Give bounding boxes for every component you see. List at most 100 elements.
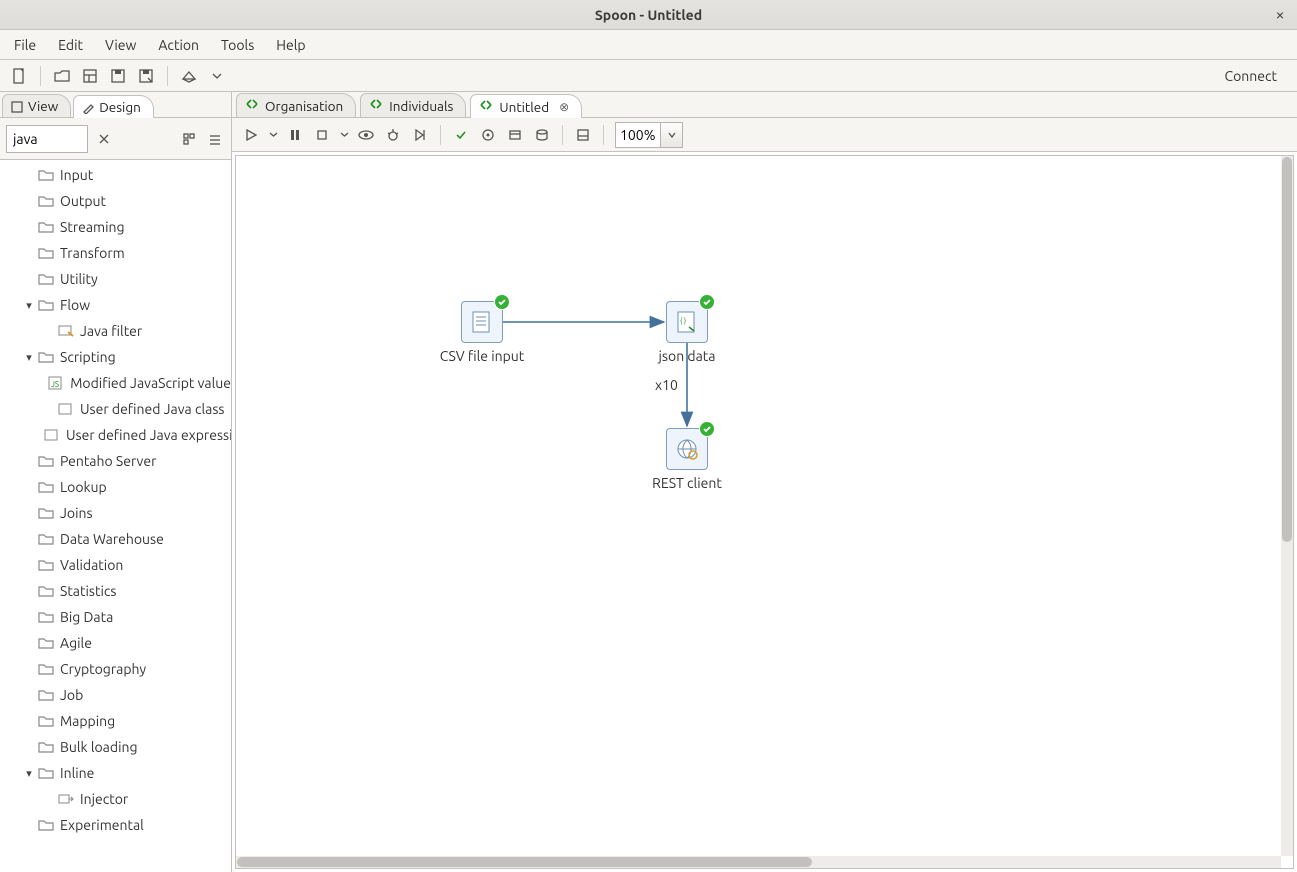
- folder-icon: [38, 297, 54, 313]
- tree-folder[interactable]: Validation: [0, 552, 231, 578]
- side-tab-view[interactable]: View: [2, 94, 71, 117]
- tree-leaf[interactable]: User defined Java class: [0, 396, 231, 422]
- run-icon[interactable]: [238, 122, 264, 148]
- stop-options-dropdown-icon[interactable]: [336, 122, 352, 148]
- debug-icon[interactable]: [380, 122, 406, 148]
- tree-folder[interactable]: Job: [0, 682, 231, 708]
- open-file-icon[interactable]: [49, 63, 75, 89]
- impact-icon[interactable]: [475, 122, 501, 148]
- expand-all-icon[interactable]: [179, 129, 199, 149]
- tree-folder[interactable]: Mapping: [0, 708, 231, 734]
- vertical-scrollbar[interactable]: [1281, 156, 1293, 856]
- canvas-step[interactable]: { }json data: [666, 301, 708, 343]
- verify-icon[interactable]: [448, 122, 474, 148]
- tree-label: Utility: [60, 271, 98, 287]
- tree-folder[interactable]: Transform: [0, 240, 231, 266]
- tree-label: User defined Java class: [80, 401, 225, 417]
- separator: [40, 66, 41, 86]
- canvas-step[interactable]: CSV file input: [461, 301, 503, 343]
- tree-leaf[interactable]: Injector: [0, 786, 231, 812]
- editor-tab[interactable]: Organisation: [236, 93, 356, 117]
- editor-tab[interactable]: Individuals: [360, 93, 466, 117]
- side-tabs: View Design: [0, 92, 231, 118]
- tree-label: Modified JavaScript value: [70, 375, 231, 391]
- tree-folder[interactable]: ▾Flow: [0, 292, 231, 318]
- tree-folder[interactable]: Lookup: [0, 474, 231, 500]
- perspective-dropdown-icon[interactable]: [204, 63, 230, 89]
- stop-icon[interactable]: [309, 122, 335, 148]
- separator: [562, 125, 563, 145]
- replay-icon[interactable]: [407, 122, 433, 148]
- tree-leaf[interactable]: User defined Java expression: [0, 422, 231, 448]
- close-icon[interactable]: ×: [1271, 6, 1289, 24]
- transformation-icon: [245, 97, 259, 114]
- pause-icon[interactable]: [282, 122, 308, 148]
- tree-folder[interactable]: Statistics: [0, 578, 231, 604]
- twisty-icon[interactable]: ▾: [22, 299, 36, 312]
- canvas[interactable]: CSV file input { }json data REST client x10: [236, 156, 1281, 856]
- tree-label: Job: [60, 687, 83, 703]
- hop-arrow[interactable]: [236, 156, 237, 157]
- canvas-step[interactable]: REST client: [666, 428, 708, 470]
- explore-db-icon[interactable]: [529, 122, 555, 148]
- collapse-all-icon[interactable]: [205, 129, 225, 149]
- tree-folder[interactable]: Cryptography: [0, 656, 231, 682]
- menu-action[interactable]: Action: [148, 33, 209, 57]
- menu-edit[interactable]: Edit: [48, 33, 93, 57]
- folder-icon: [38, 453, 54, 469]
- preview-icon[interactable]: [353, 122, 379, 148]
- menu-tools[interactable]: Tools: [211, 33, 264, 57]
- close-tab-icon[interactable]: ⊗: [559, 100, 569, 114]
- tree-folder[interactable]: Big Data: [0, 604, 231, 630]
- menu-view[interactable]: View: [95, 33, 146, 57]
- tree-folder[interactable]: Input: [0, 162, 231, 188]
- twisty-icon[interactable]: ▾: [22, 351, 36, 364]
- save-as-icon[interactable]: [133, 63, 159, 89]
- side-tab-design[interactable]: Design: [73, 95, 154, 118]
- canvas-step-label: CSV file input: [440, 348, 525, 364]
- folder-icon: [38, 739, 54, 755]
- steps-tree[interactable]: InputOutputStreamingTransform Utility ▾Flo…: [0, 160, 231, 872]
- editor-tab-label: Untitled: [499, 99, 549, 115]
- tree-folder[interactable]: Streaming: [0, 214, 231, 240]
- horizontal-scrollbar[interactable]: [236, 856, 1281, 868]
- menubar: File Edit View Action Tools Help: [0, 30, 1297, 60]
- explore-icon[interactable]: [77, 63, 103, 89]
- zoom-input[interactable]: [615, 122, 661, 148]
- tree-folder[interactable]: Data Warehouse: [0, 526, 231, 552]
- perspective-icon[interactable]: [176, 63, 202, 89]
- search-input[interactable]: [6, 125, 88, 153]
- tree-label: Agile: [60, 635, 92, 651]
- new-file-icon[interactable]: [6, 63, 32, 89]
- tree-folder[interactable]: ▾Scripting: [0, 344, 231, 370]
- tree-leaf[interactable]: JSModified JavaScript value: [0, 370, 231, 396]
- editor-tab[interactable]: Untitled ⊗: [470, 94, 582, 118]
- hop-arrow[interactable]: [236, 156, 237, 157]
- main-toolbar: Connect: [0, 60, 1297, 92]
- tree-folder[interactable]: Bulk loading: [0, 734, 231, 760]
- zoom-control: [615, 122, 683, 148]
- tree-label: Injector: [80, 791, 128, 807]
- transformation-icon: [479, 98, 493, 115]
- menu-file[interactable]: File: [4, 33, 46, 57]
- twisty-icon[interactable]: ▾: [22, 767, 36, 780]
- hop-label: x10: [655, 377, 678, 393]
- zoom-dropdown-icon[interactable]: [661, 122, 683, 148]
- status-ok-icon: [494, 294, 510, 310]
- run-options-dropdown-icon[interactable]: [265, 122, 281, 148]
- separator: [603, 125, 604, 145]
- save-icon[interactable]: [105, 63, 131, 89]
- tree-folder[interactable]: Utility: [0, 266, 231, 292]
- tree-folder[interactable]: Output: [0, 188, 231, 214]
- tree-folder[interactable]: Agile: [0, 630, 231, 656]
- clear-search-icon[interactable]: [94, 129, 114, 149]
- tree-folder[interactable]: Experimental: [0, 812, 231, 838]
- connect-button[interactable]: Connect: [1211, 64, 1292, 88]
- sql-icon[interactable]: [502, 122, 528, 148]
- menu-help[interactable]: Help: [266, 33, 315, 57]
- show-results-icon[interactable]: [570, 122, 596, 148]
- tree-folder[interactable]: ▾Inline: [0, 760, 231, 786]
- tree-folder[interactable]: Joins: [0, 500, 231, 526]
- tree-leaf[interactable]: Java filter: [0, 318, 231, 344]
- tree-folder[interactable]: Pentaho Server: [0, 448, 231, 474]
